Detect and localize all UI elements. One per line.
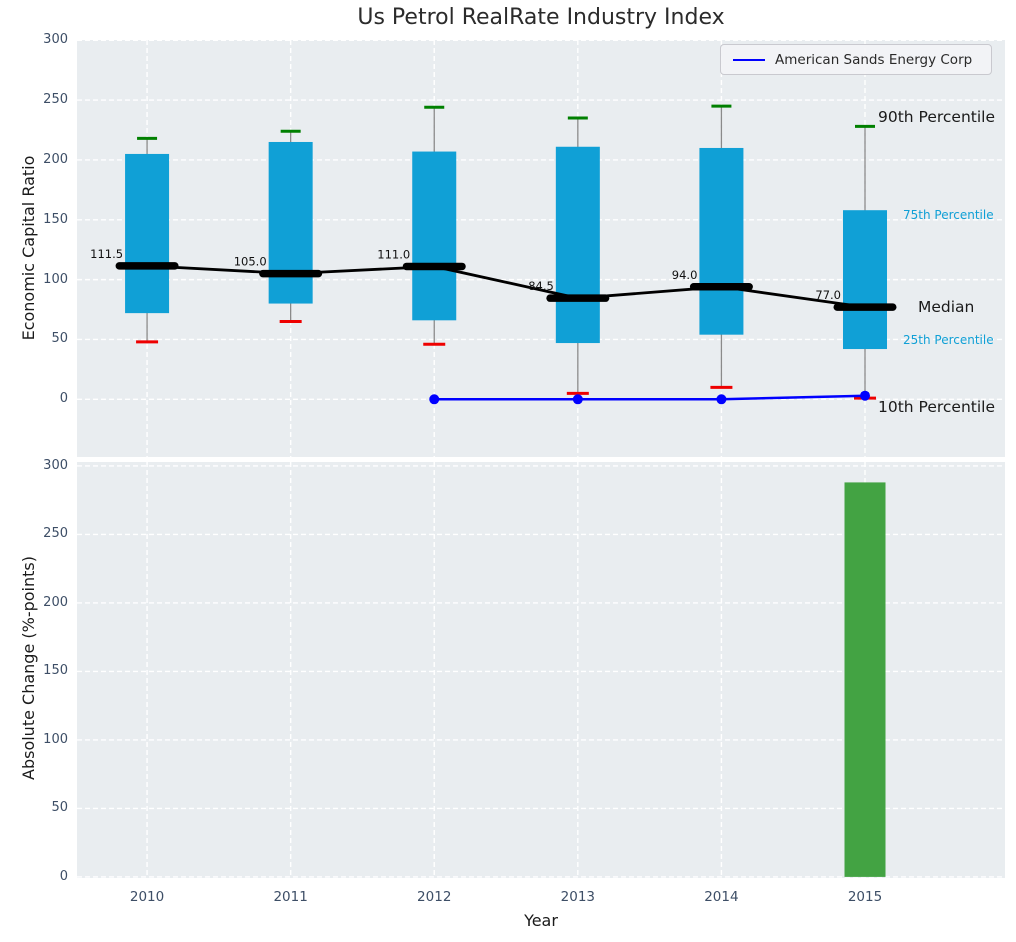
x-tick-label: 2015 (833, 889, 897, 905)
x-tick-label: 2012 (402, 889, 466, 905)
y-tick-label: 200 (24, 151, 68, 169)
median-segment-2013 (546, 294, 609, 302)
median-value-label: 94.0 (672, 268, 698, 282)
percentile-annotation: 10th Percentile (878, 398, 995, 416)
median-value-label: 111.0 (377, 247, 410, 261)
y-tick-label: 150 (24, 662, 68, 680)
percentile-annotation: Median (918, 298, 974, 316)
x-tick-label: 2014 (689, 889, 753, 905)
bottom-plot-area (77, 462, 1005, 878)
box-2011 (269, 142, 313, 304)
x-tick-label: 2011 (259, 889, 323, 905)
change-bar-2015 (845, 482, 886, 876)
box-2013 (556, 147, 600, 343)
y-tick-label: 300 (24, 457, 68, 475)
y-tick-label: 250 (24, 91, 68, 109)
chart-title: Us Petrol RealRate Industry Index (77, 5, 1005, 30)
percentile-annotation: 75th Percentile (903, 208, 994, 222)
box-2010 (125, 154, 169, 313)
y-tick-label: 250 (24, 525, 68, 543)
y-tick-label: 150 (24, 211, 68, 229)
box-2012 (412, 152, 456, 321)
legend[interactable]: American Sands Energy Corp (720, 44, 992, 75)
y-tick-label: 0 (24, 390, 68, 408)
company-point-2014 (716, 394, 726, 404)
legend-line-icon (733, 59, 765, 61)
company-point-2015 (860, 391, 870, 401)
box-2015 (843, 210, 887, 349)
y-tick-label: 100 (24, 271, 68, 289)
company-point-2012 (429, 394, 439, 404)
figure: Us Petrol RealRate Industry Index Econom… (0, 0, 1016, 942)
median-segment-2015 (834, 303, 897, 311)
y-tick-label: 50 (24, 799, 68, 817)
median-value-label: 84.5 (528, 279, 554, 293)
top-axes: 111.5 105.0 111.0 84.5 94.0 77.0 (77, 40, 1005, 461)
median-value-label: 111.5 (90, 247, 123, 261)
median-value-label: 77.0 (815, 288, 841, 302)
top-plot-area: 111.5 105.0 111.0 84.5 94.0 77.0 (77, 40, 1005, 457)
percentile-annotation: 25th Percentile (903, 333, 994, 347)
y-tick-label: 0 (24, 868, 68, 886)
median-value-label: 105.0 (234, 255, 267, 269)
y-tick-label: 100 (24, 731, 68, 749)
median-segment-2011 (259, 270, 322, 278)
y-tick-label: 200 (24, 594, 68, 612)
percentile-annotation: 90th Percentile (878, 108, 995, 126)
company-point-2013 (573, 394, 583, 404)
x-tick-label: 2010 (115, 889, 179, 905)
x-axis-label: Year (77, 911, 1005, 930)
bottom-axes (77, 462, 1005, 882)
x-tick-label: 2013 (546, 889, 610, 905)
y-tick-label: 50 (24, 330, 68, 348)
median-segment-2014 (690, 283, 753, 291)
box-2014 (699, 148, 743, 335)
legend-label: American Sands Energy Corp (775, 52, 972, 68)
y-tick-label: 300 (24, 31, 68, 49)
median-segment-2010 (116, 262, 179, 270)
median-segment-2012 (403, 263, 466, 271)
